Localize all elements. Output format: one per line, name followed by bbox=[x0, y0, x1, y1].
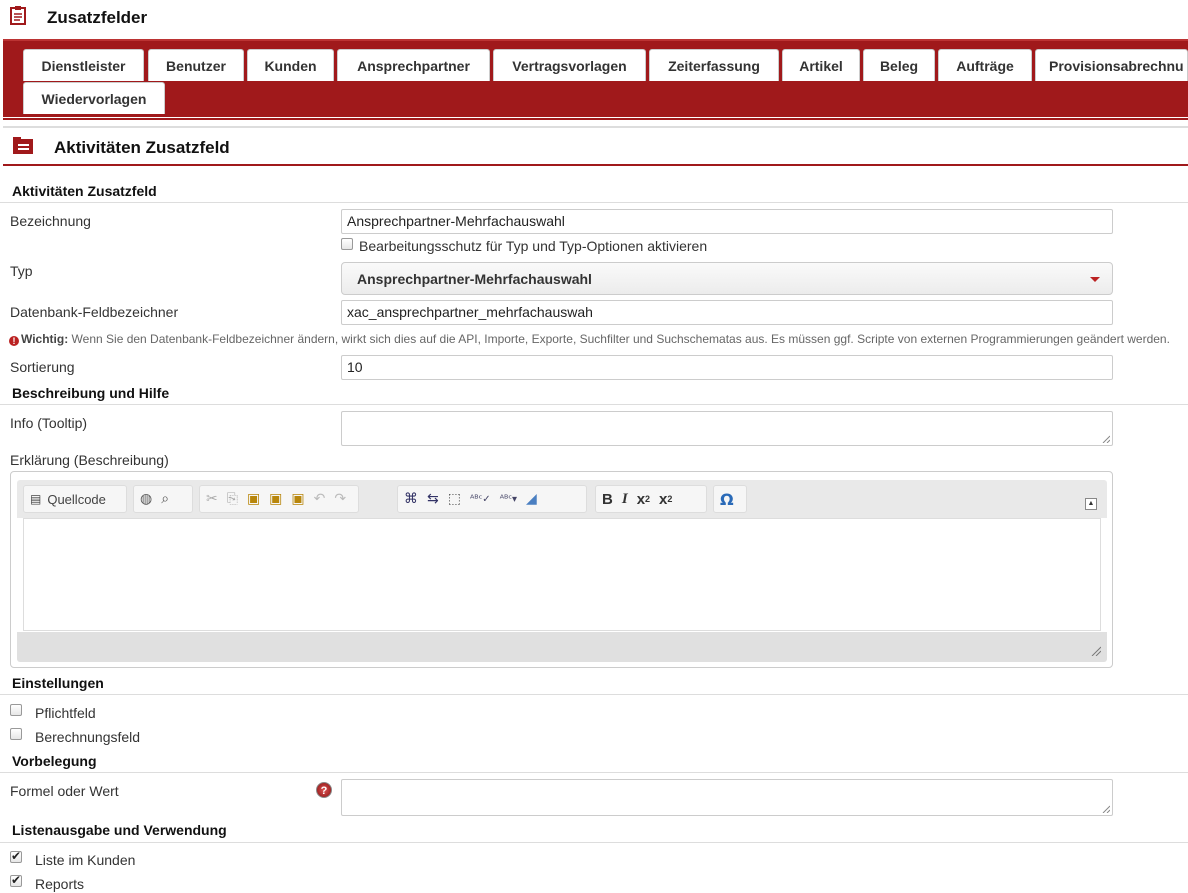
section-title-list: Listenausgabe und Verwendung bbox=[12, 822, 227, 838]
exclamation-icon: ! bbox=[9, 336, 19, 346]
tab-vertragsvorlagen[interactable]: Vertragsvorlagen bbox=[493, 49, 646, 81]
italic-icon[interactable]: I bbox=[622, 491, 628, 508]
erklaerung-label: Erklärung (Beschreibung) bbox=[10, 452, 169, 468]
source-label: Quellcode bbox=[47, 491, 106, 507]
section-title-help: Beschreibung und Hilfe bbox=[12, 385, 170, 401]
sortierung-label: Sortierung bbox=[10, 359, 75, 375]
tab-dienstleister[interactable]: Dienstleister bbox=[23, 49, 144, 81]
protect-checkbox[interactable] bbox=[341, 238, 353, 250]
tab-beleg[interactable]: Beleg bbox=[863, 49, 935, 81]
formel-label: Formel oder Wert bbox=[10, 783, 119, 799]
search-doc-icon[interactable]: ⌕ bbox=[161, 491, 169, 507]
berechnungsfeld-label: Berechnungsfeld bbox=[35, 729, 141, 745]
help-icon[interactable]: ? bbox=[316, 782, 332, 798]
special-char-icon[interactable]: Ω bbox=[720, 490, 734, 509]
bold-icon[interactable]: B bbox=[602, 491, 613, 508]
find-icon[interactable]: ⌘ bbox=[404, 491, 418, 507]
typ-select-value: Ansprechpartner-Mehrfachauswahl bbox=[357, 271, 592, 287]
tab-artikel[interactable]: Artikel bbox=[782, 49, 860, 81]
db-warning: ! Wichtig: Wenn Sie den Datenbank-Feldbez… bbox=[9, 332, 1170, 346]
editor-group-source: ▤ Quellcode bbox=[23, 485, 127, 513]
section-title-settings: Einstellungen bbox=[12, 675, 104, 691]
redo-icon[interactable]: ↷ bbox=[334, 491, 346, 507]
paste-text-icon[interactable]: ▣ bbox=[269, 491, 282, 507]
tab-wiedervorlagen[interactable]: Wiedervorlagen bbox=[23, 82, 165, 114]
resize-handle-icon[interactable] bbox=[1102, 805, 1110, 813]
tab-benutzer[interactable]: Benutzer bbox=[148, 49, 244, 81]
page-title: Zusatzfelder bbox=[47, 8, 148, 27]
tab-zeiterfassung[interactable]: Zeiterfassung bbox=[649, 49, 779, 81]
editor-content-area[interactable] bbox=[23, 518, 1101, 631]
editor-toolbar: ▤ Quellcode ◍ ⌕ ✂ ⎘ ▣ ▣ ▣ ↶ ↷ ⌘ ⇆ ⬚ ᴬᴮᶜ✓ … bbox=[17, 480, 1107, 518]
tab-ansprechpartner[interactable]: Ansprechpartner bbox=[337, 49, 490, 81]
berechnungsfeld-checkbox[interactable] bbox=[10, 728, 22, 740]
copy-icon[interactable]: ⎘ bbox=[227, 491, 238, 507]
resize-handle-icon[interactable] bbox=[1091, 646, 1101, 656]
caret-down-icon bbox=[1090, 277, 1100, 282]
liste-kunden-label: Liste im Kunden bbox=[35, 852, 136, 868]
clipboard-icon bbox=[10, 6, 26, 25]
folder-list-icon bbox=[13, 137, 33, 154]
pflichtfeld-checkbox[interactable] bbox=[10, 704, 22, 716]
liste-kunden-checkbox[interactable] bbox=[10, 849, 22, 863]
bezeichnung-label: Bezeichnung bbox=[10, 213, 91, 229]
section-title-preset: Vorbelegung bbox=[12, 753, 97, 769]
resize-handle-icon[interactable] bbox=[1102, 435, 1110, 443]
subscript-icon[interactable]: x2 bbox=[637, 491, 650, 508]
sortierung-input[interactable]: 10 bbox=[341, 355, 1113, 380]
panel-header: Aktivitäten Zusatzfeld bbox=[3, 126, 1188, 166]
undo-icon[interactable]: ↶ bbox=[314, 491, 326, 507]
tab-kunden[interactable]: Kunden bbox=[247, 49, 334, 81]
db-label: Datenbank-Feldbezeichner bbox=[10, 304, 179, 320]
formel-textarea[interactable] bbox=[341, 779, 1113, 816]
cut-icon[interactable]: ✂ bbox=[206, 491, 218, 507]
section-title-main: Aktivitäten Zusatzfeld bbox=[12, 183, 157, 199]
rich-text-editor: ▤ Quellcode ◍ ⌕ ✂ ⎘ ▣ ▣ ▣ ↶ ↷ ⌘ ⇆ ⬚ ᴬᴮᶜ✓ … bbox=[10, 471, 1113, 668]
panel-title: Aktivitäten Zusatzfeld bbox=[54, 138, 230, 157]
superscript-icon[interactable]: x2 bbox=[659, 491, 672, 508]
protect-label: Bearbeitungsschutz für Typ und Typ-Optio… bbox=[359, 238, 708, 254]
replace-icon[interactable]: ⇆ bbox=[427, 491, 439, 507]
spellcheck-menu-icon[interactable]: ᴬᴮᶜ▾ bbox=[500, 494, 517, 505]
tab-provisionsabrechnung[interactable]: Provisionsabrechnu bbox=[1035, 49, 1188, 81]
editor-group-tools: ⌘ ⇆ ⬚ ᴬᴮᶜ✓ ᴬᴮᶜ▾ ◢ bbox=[397, 485, 587, 513]
preview-icon[interactable]: ◍ bbox=[140, 491, 152, 507]
paste-word-icon[interactable]: ▣ bbox=[291, 491, 304, 507]
reports-checkbox[interactable] bbox=[10, 873, 22, 887]
warning-text: Wenn Sie den Datenbank-Feldbezeichner än… bbox=[68, 332, 1170, 346]
collapse-toolbar-icon[interactable]: ▲ bbox=[1085, 498, 1097, 510]
typ-label: Typ bbox=[10, 263, 33, 279]
typ-select[interactable]: Ansprechpartner-Mehrfachauswahl bbox=[341, 262, 1113, 295]
editor-group-clipboard: ✂ ⎘ ▣ ▣ ▣ ↶ ↷ bbox=[199, 485, 359, 513]
section-divider bbox=[0, 404, 1188, 405]
info-textarea[interactable] bbox=[341, 411, 1113, 446]
bezeichnung-input[interactable]: Ansprechpartner-Mehrfachauswahl bbox=[341, 209, 1113, 234]
warning-strong: Wichtig: bbox=[21, 332, 69, 346]
source-button[interactable]: ▤ Quellcode bbox=[30, 492, 106, 507]
tab-bar: Dienstleister Benutzer Kunden Ansprechpa… bbox=[3, 39, 1188, 120]
eraser-icon[interactable]: ◢ bbox=[526, 491, 537, 507]
section-divider bbox=[0, 842, 1188, 843]
tab-auftraege[interactable]: Aufträge bbox=[938, 49, 1032, 81]
editor-group-view: ◍ ⌕ bbox=[133, 485, 193, 513]
app-header: Zusatzfelder bbox=[0, 0, 1188, 36]
pflichtfeld-label: Pflichtfeld bbox=[35, 705, 96, 721]
spellcheck-icon[interactable]: ᴬᴮᶜ✓ bbox=[470, 494, 491, 505]
editor-group-special: Ω bbox=[713, 485, 747, 513]
reports-label: Reports bbox=[35, 876, 85, 892]
section-divider bbox=[0, 772, 1188, 773]
section-divider bbox=[0, 694, 1188, 695]
info-label: Info (Tooltip) bbox=[10, 415, 88, 431]
db-field-input[interactable]: xac_ansprechpartner_mehrfachauswah bbox=[341, 300, 1113, 325]
section-divider bbox=[0, 202, 1188, 203]
editor-group-format: B I x2 x2 bbox=[595, 485, 707, 513]
paste-icon[interactable]: ▣ bbox=[247, 491, 260, 507]
document-icon: ▤ bbox=[30, 492, 42, 506]
select-all-icon[interactable]: ⬚ bbox=[448, 491, 461, 507]
editor-footer bbox=[17, 632, 1107, 662]
